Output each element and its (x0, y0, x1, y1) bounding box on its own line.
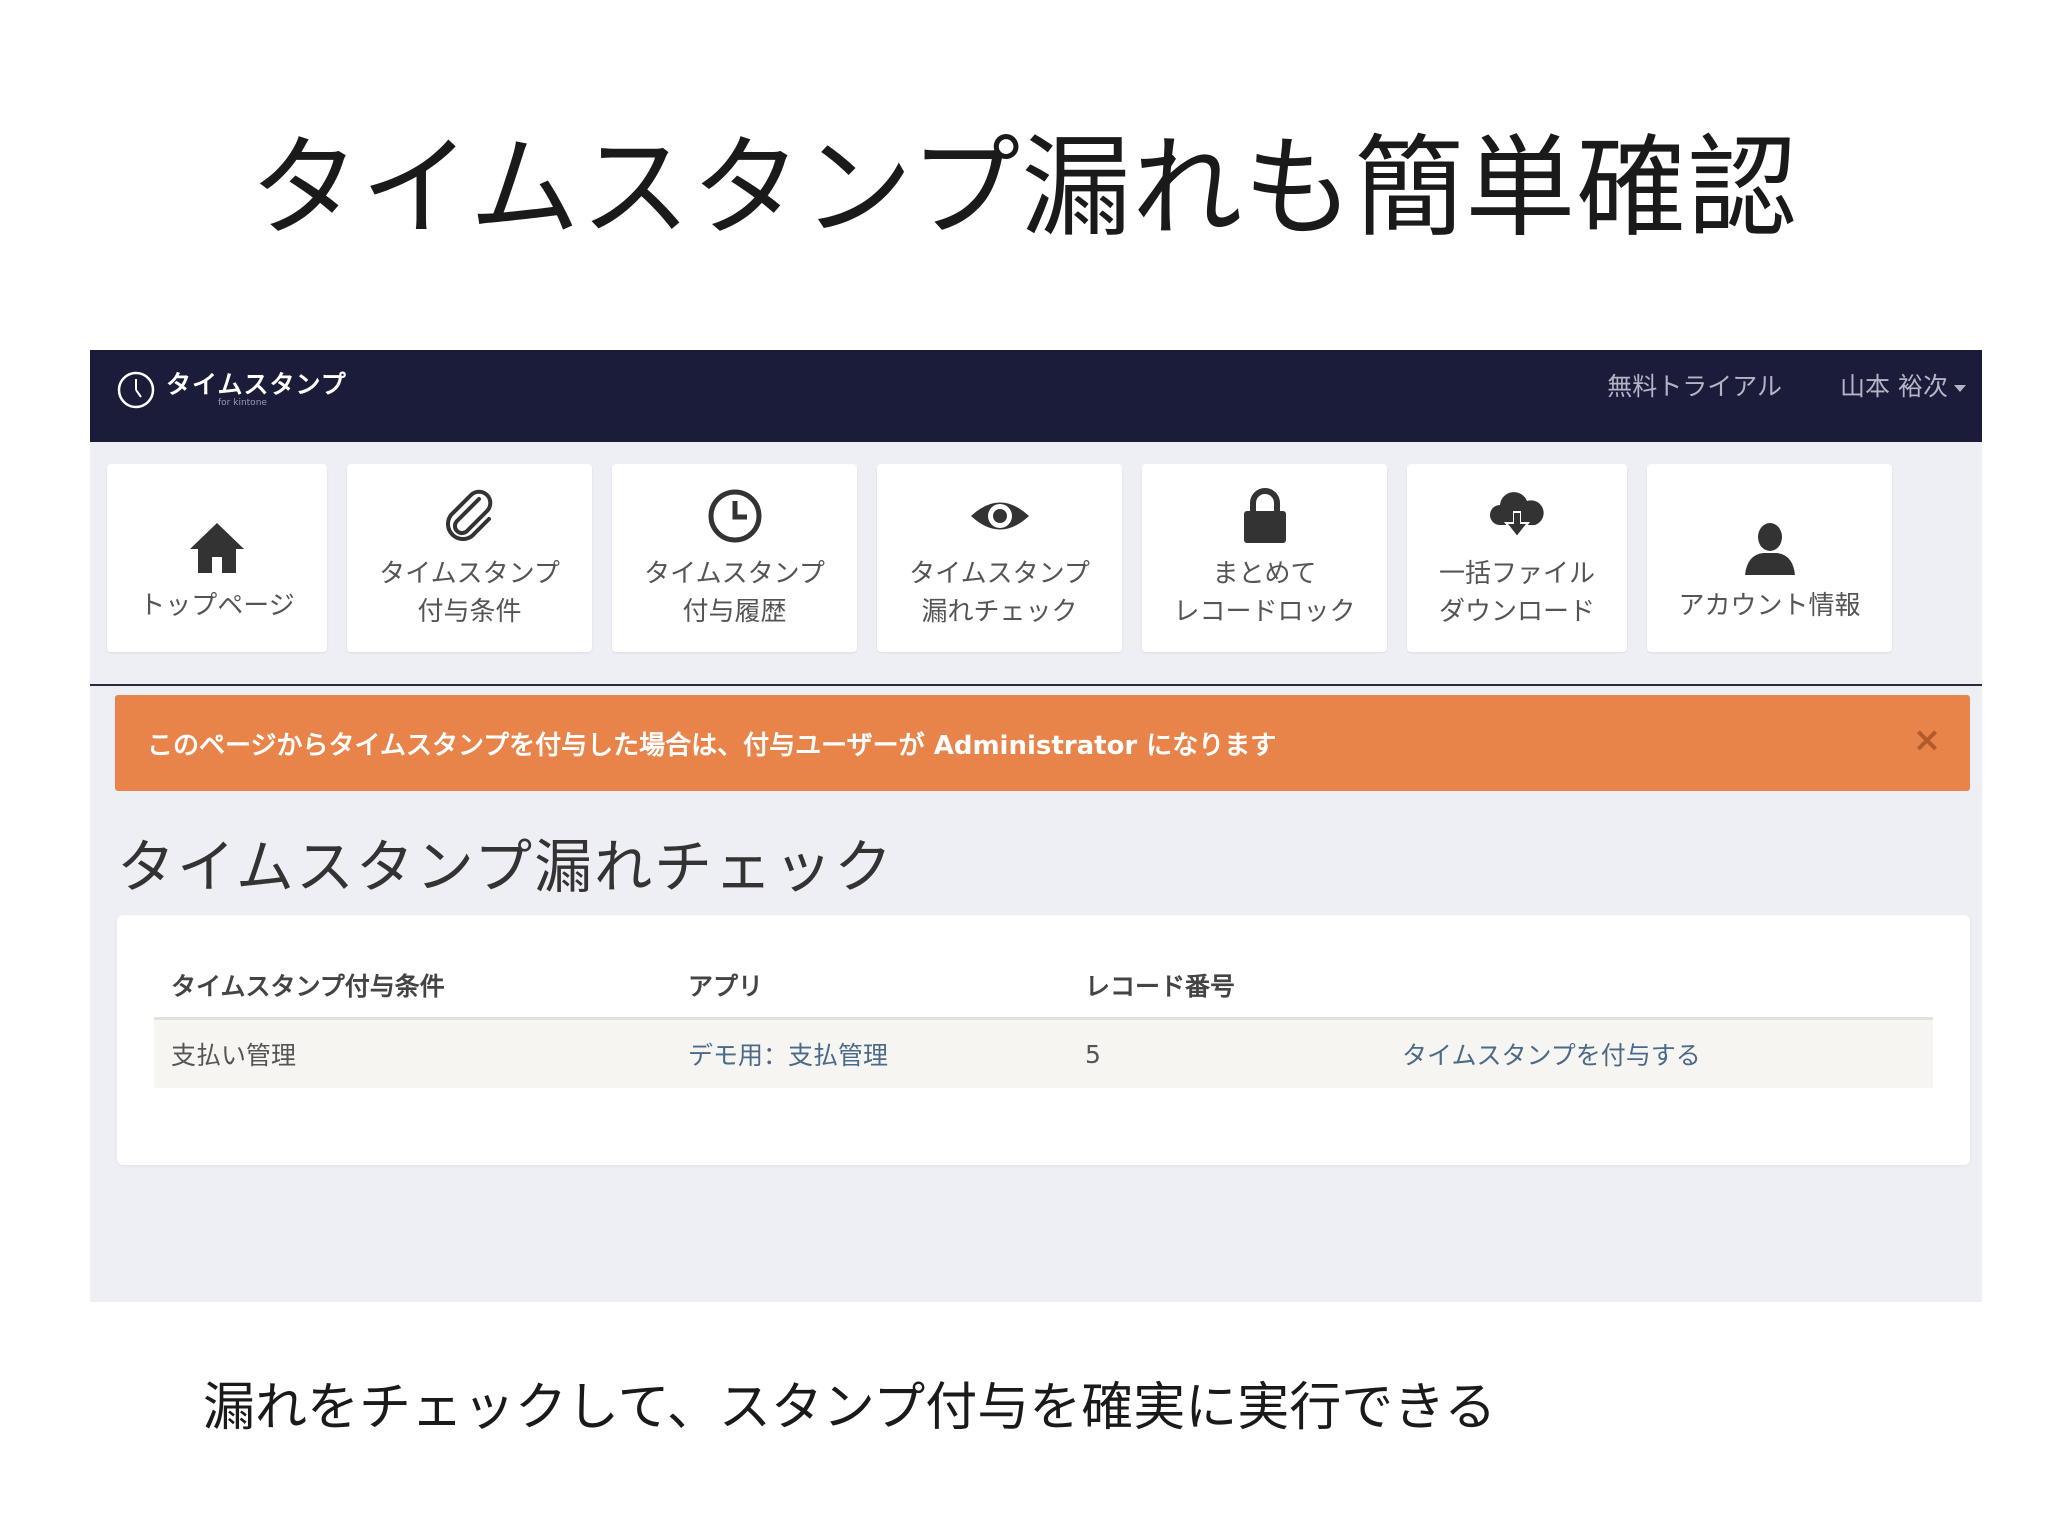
tile-stamp-history[interactable]: タイムスタンプ 付与履歴 (612, 464, 857, 652)
tile-missing-check[interactable]: タイムスタンプ 漏れチェック (877, 464, 1122, 652)
cell-app-link[interactable]: デモ用：支払管理 (671, 1018, 1068, 1088)
brand-name: タイムスタンプ (166, 370, 347, 399)
slide-caption: 漏れをチェックして、スタンプ付与を確実に実行できる (203, 1378, 1497, 1438)
clock-logo-icon (117, 371, 155, 409)
column-header-action (1385, 953, 1933, 1020)
tile-account-info[interactable]: アカウント情報 (1647, 464, 1892, 652)
user-icon (1744, 523, 1795, 575)
cell-record-number: 5 (1068, 1018, 1385, 1088)
caret-down-icon (1954, 384, 1966, 392)
brand-subtitle: for kintone (218, 398, 267, 408)
results-panel: タイムスタンプ付与条件 アプリ レコード番号 支払い管理 デモ用：支払管理 5 … (117, 915, 1970, 1165)
close-icon[interactable]: × (1912, 723, 1942, 757)
user-name: 山本 裕次 (1840, 372, 1948, 401)
navbar: タイムスタンプ for kintone 無料トライアル 山本 裕次 (90, 350, 1982, 442)
cloud-download-icon (1490, 492, 1544, 539)
tile-bulk-download[interactable]: 一括ファイル ダウンロード (1407, 464, 1627, 652)
alert-banner: このページからタイムスタンプを付与した場合は、付与ユーザーが Administr… (115, 695, 1970, 791)
lock-icon (1243, 488, 1286, 543)
table-header-row: タイムスタンプ付与条件 アプリ レコード番号 (154, 953, 1933, 1020)
column-header-condition: タイムスタンプ付与条件 (154, 953, 671, 1020)
alert-message: このページからタイムスタンプを付与した場合は、付与ユーザーが Administr… (147, 730, 1277, 761)
table-row: 支払い管理 デモ用：支払管理 5 タイムスタンプを付与する (154, 1018, 1933, 1088)
tile-record-lock[interactable]: まとめて レコードロック (1142, 464, 1387, 652)
tile-label: トップページ (139, 591, 295, 621)
app-screenshot: タイムスタンプ for kintone 無料トライアル 山本 裕次 トップページ… (90, 350, 1982, 1302)
cell-condition: 支払い管理 (154, 1018, 671, 1088)
tile-label: タイムスタンプ 付与履歴 (644, 559, 825, 627)
divider (90, 684, 1982, 686)
column-header-record-number: レコード番号 (1068, 953, 1385, 1020)
page-title: タイムスタンプ漏れチェック (117, 833, 895, 901)
free-trial-link[interactable]: 無料トライアル (1607, 367, 1782, 403)
tile-label: タイムスタンプ 漏れチェック (909, 559, 1090, 627)
missing-stamp-table: タイムスタンプ付与条件 アプリ レコード番号 支払い管理 デモ用：支払管理 5 … (154, 953, 1933, 1088)
home-icon (190, 523, 244, 573)
paperclip-icon (445, 489, 492, 541)
tile-stamp-conditions[interactable]: タイムスタンプ 付与条件 (347, 464, 592, 652)
menu-tiles: トップページ タイムスタンプ 付与条件 タイムスタンプ 付与履歴 タイムスタンプ… (107, 464, 1892, 652)
apply-timestamp-link[interactable]: タイムスタンプを付与する (1385, 1018, 1933, 1088)
tile-label: 一括ファイル ダウンロード (1438, 559, 1595, 627)
slide-title: タイムスタンプ漏れも簡単確認 (249, 124, 1799, 252)
tile-top-page[interactable]: トップページ (107, 464, 327, 652)
brand-logo[interactable]: タイムスタンプ for kintone (116, 360, 347, 420)
clock-icon (708, 489, 761, 543)
user-menu[interactable]: 山本 裕次 (1840, 367, 1966, 403)
column-header-app: アプリ (671, 953, 1068, 1020)
eye-icon (970, 502, 1029, 530)
tile-label: アカウント情報 (1678, 591, 1861, 621)
tile-label: まとめて レコードロック (1173, 559, 1356, 627)
tile-label: タイムスタンプ 付与条件 (379, 559, 560, 627)
